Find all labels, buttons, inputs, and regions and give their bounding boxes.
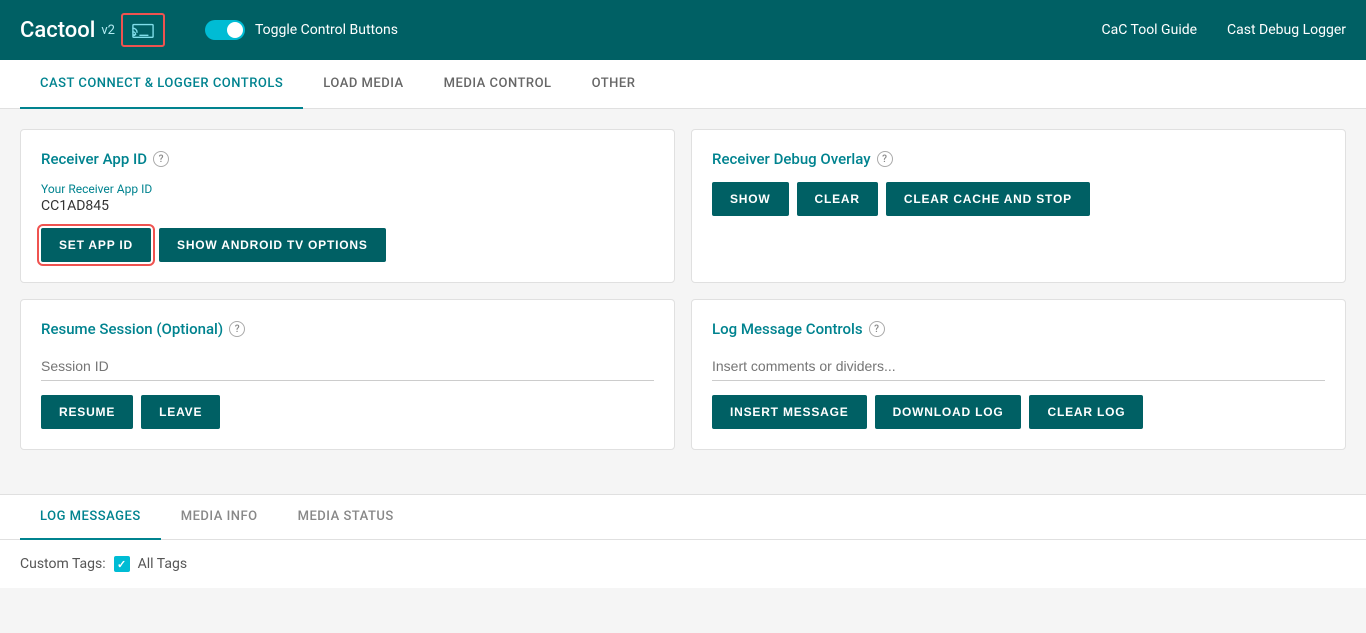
set-app-id-button[interactable]: SET APP ID	[41, 228, 151, 262]
show-android-tv-button[interactable]: SHOW ANDROID TV OPTIONS	[159, 228, 386, 262]
custom-tags-row: Custom Tags: All Tags	[20, 556, 1346, 572]
bottom-tab-content: Custom Tags: All Tags	[0, 540, 1366, 588]
cast-icon-box[interactable]	[121, 13, 165, 47]
resume-button[interactable]: RESUME	[41, 395, 133, 429]
app-header: Cactool v2 Toggle Control Buttons CaC To…	[0, 0, 1366, 60]
log-message-controls-title: Log Message Controls ?	[712, 320, 1325, 338]
tab-media-info[interactable]: MEDIA INFO	[161, 495, 278, 540]
log-comment-input[interactable]	[712, 352, 1325, 381]
receiver-app-id-title: Receiver App ID ?	[41, 150, 654, 168]
main-tabs-bar: CAST CONNECT & LOGGER CONTROLS LOAD MEDI…	[0, 60, 1366, 109]
resume-session-help-icon[interactable]: ?	[229, 321, 245, 337]
logo-v2: v2	[101, 23, 115, 38]
bottom-tabs-bar: LOG MESSAGES MEDIA INFO MEDIA STATUS	[0, 495, 1366, 540]
cac-tool-guide-link[interactable]: CaC Tool Guide	[1102, 22, 1198, 38]
cast-debug-logger-link[interactable]: Cast Debug Logger	[1227, 22, 1346, 38]
receiver-debug-overlay-card: Receiver Debug Overlay ? SHOW CLEAR CLEA…	[691, 129, 1346, 283]
all-tags-label: All Tags	[138, 556, 187, 572]
top-cards-row: Receiver App ID ? Your Receiver App ID C…	[20, 129, 1346, 283]
tab-media-control[interactable]: MEDIA CONTROL	[424, 60, 572, 109]
log-message-controls-card: Log Message Controls ? INSERT MESSAGE DO…	[691, 299, 1346, 450]
clear-cache-stop-button[interactable]: CLEAR CACHE AND STOP	[886, 182, 1090, 216]
toggle-label: Toggle Control Buttons	[255, 22, 398, 38]
show-button[interactable]: SHOW	[712, 182, 789, 216]
log-message-controls-help-icon[interactable]: ?	[869, 321, 885, 337]
receiver-app-id-buttons: SET APP ID SHOW ANDROID TV OPTIONS	[41, 228, 654, 262]
receiver-app-id-value: CC1AD845	[41, 198, 654, 214]
receiver-debug-overlay-title: Receiver Debug Overlay ?	[712, 150, 1325, 168]
tab-log-messages[interactable]: LOG MESSAGES	[20, 495, 161, 540]
log-message-buttons: INSERT MESSAGE DOWNLOAD LOG CLEAR LOG	[712, 395, 1325, 429]
receiver-debug-overlay-help-icon[interactable]: ?	[877, 151, 893, 167]
main-content: Receiver App ID ? Your Receiver App ID C…	[0, 109, 1366, 486]
header-nav: CaC Tool Guide Cast Debug Logger	[1102, 22, 1347, 38]
toggle-control-buttons[interactable]	[205, 20, 245, 40]
toggle-area: Toggle Control Buttons	[205, 20, 398, 40]
insert-message-button[interactable]: INSERT MESSAGE	[712, 395, 867, 429]
logo-text: Cactool	[20, 18, 95, 43]
receiver-app-id-card: Receiver App ID ? Your Receiver App ID C…	[20, 129, 675, 283]
cast-icon	[129, 19, 157, 41]
leave-button[interactable]: LEAVE	[141, 395, 220, 429]
receiver-app-id-input-label: Your Receiver App ID	[41, 182, 654, 196]
resume-session-title: Resume Session (Optional) ?	[41, 320, 654, 338]
bottom-cards-row: Resume Session (Optional) ? RESUME LEAVE…	[20, 299, 1346, 450]
bottom-section: LOG MESSAGES MEDIA INFO MEDIA STATUS Cus…	[0, 494, 1366, 588]
tab-other[interactable]: OTHER	[572, 60, 656, 109]
resume-session-buttons: RESUME LEAVE	[41, 395, 654, 429]
receiver-app-id-help-icon[interactable]: ?	[153, 151, 169, 167]
receiver-debug-overlay-buttons: SHOW CLEAR CLEAR CACHE AND STOP	[712, 182, 1325, 216]
tab-load-media[interactable]: LOAD MEDIA	[303, 60, 423, 109]
download-log-button[interactable]: DOWNLOAD LOG	[875, 395, 1022, 429]
logo-area: Cactool v2	[20, 13, 165, 47]
custom-tags-label: Custom Tags:	[20, 556, 106, 572]
all-tags-checkbox[interactable]	[114, 556, 130, 572]
session-id-input[interactable]	[41, 352, 654, 381]
resume-session-card: Resume Session (Optional) ? RESUME LEAVE	[20, 299, 675, 450]
clear-log-button[interactable]: CLEAR LOG	[1029, 395, 1143, 429]
tab-media-status[interactable]: MEDIA STATUS	[278, 495, 414, 540]
clear-button[interactable]: CLEAR	[797, 182, 878, 216]
tab-cast-connect[interactable]: CAST CONNECT & LOGGER CONTROLS	[20, 60, 303, 109]
